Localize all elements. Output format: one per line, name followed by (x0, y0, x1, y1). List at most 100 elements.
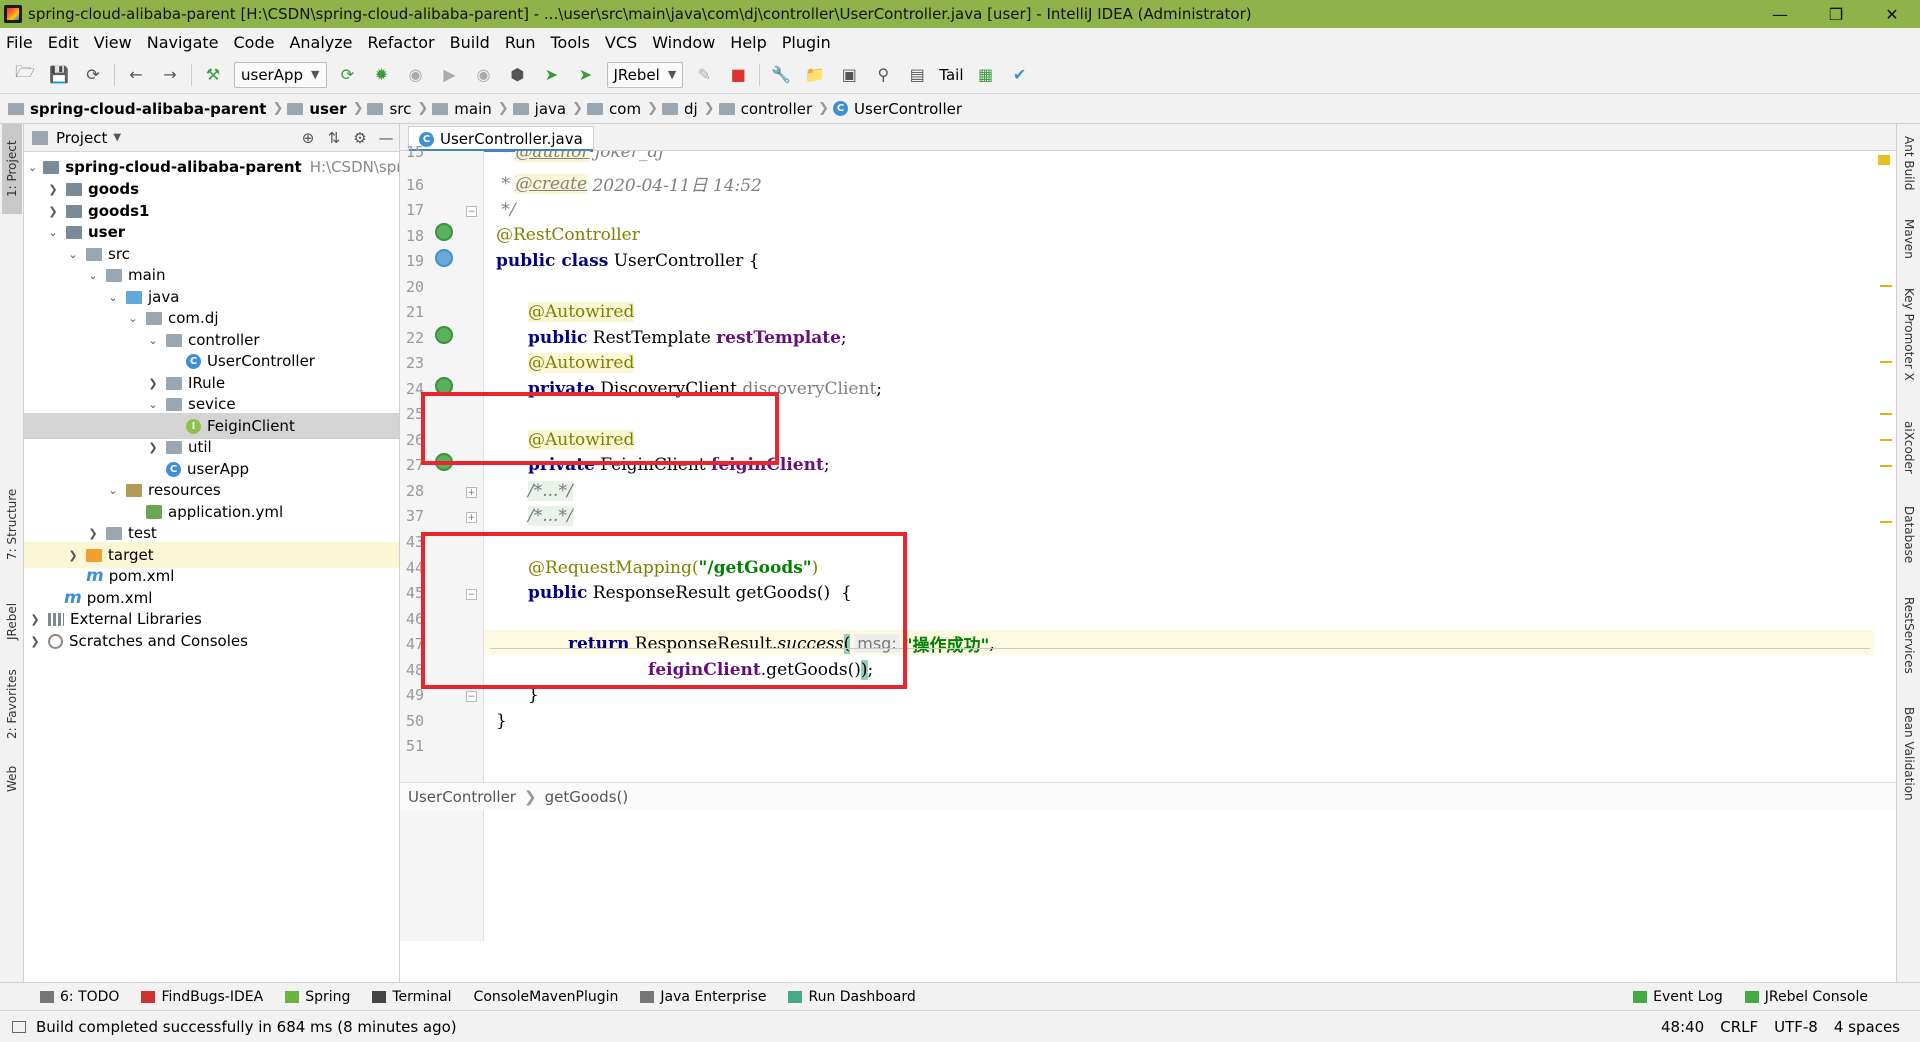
tool-run-dashboard[interactable]: Run Dashboard (788, 989, 916, 1005)
pen-icon[interactable]: ✎ (692, 63, 716, 87)
spring-bean-gutter-icon[interactable] (435, 223, 453, 241)
chevron-right-icon[interactable]: ❯ (46, 205, 60, 218)
chevron-down-icon[interactable]: ▼ (113, 132, 121, 143)
jrebel-run-icon[interactable]: ➤ (540, 63, 564, 87)
chevron-right-icon[interactable]: ❯ (28, 613, 42, 626)
warning-marker[interactable] (1880, 521, 1892, 523)
chevron-right-icon[interactable]: ❯ (28, 635, 42, 648)
tool-findbugs[interactable]: FindBugs-IDEA (141, 989, 263, 1005)
run-config-select[interactable]: userApp ▼ (234, 61, 327, 88)
fold-marker-icon[interactable]: + (466, 512, 477, 523)
chevron-right-icon[interactable]: ❯ (146, 377, 160, 390)
tool-jrebel-console[interactable]: JRebel Console (1744, 989, 1868, 1005)
caret-position[interactable]: 48:40 (1661, 1018, 1704, 1036)
menu-view[interactable]: View (94, 33, 132, 52)
open-folder-icon[interactable]: 🗁 (13, 62, 37, 87)
breadcrumb-item[interactable]: C UserController (833, 100, 962, 118)
project-panel-title[interactable]: Project (56, 129, 107, 147)
file-encoding[interactable]: UTF-8 (1774, 1018, 1818, 1036)
toggle-tool-windows-icon[interactable] (12, 1020, 26, 1033)
tool-spring[interactable]: Spring (285, 989, 350, 1005)
menu-build[interactable]: Build (450, 33, 490, 52)
tool-console-maven[interactable]: ConsoleMavenPlugin (474, 989, 619, 1005)
menu-vcs[interactable]: VCS (605, 33, 637, 52)
chevron-right-icon[interactable]: ❯ (86, 527, 100, 540)
restore-icon[interactable]: ❐ (1808, 0, 1864, 28)
warning-marker[interactable] (1880, 361, 1892, 363)
menu-run[interactable]: Run (505, 33, 536, 52)
tab-key-promoter[interactable]: Key Promoter X (1899, 274, 1919, 394)
menu-tools[interactable]: Tools (551, 33, 590, 52)
menu-edit[interactable]: Edit (48, 33, 79, 52)
chevron-right-icon[interactable]: ❯ (146, 441, 160, 454)
check-circle-icon[interactable]: ✔ (1008, 63, 1032, 87)
chevron-down-icon[interactable]: ⌄ (86, 269, 100, 282)
crumb-class[interactable]: UserController (408, 788, 516, 806)
menu-analyze[interactable]: Analyze (289, 33, 352, 52)
tool-event-log[interactable]: Event Log (1633, 989, 1723, 1005)
terminal-window-icon[interactable]: ▣ (837, 63, 861, 87)
menu-help[interactable]: Help (730, 33, 766, 52)
sync-icon[interactable]: ⟳ (81, 63, 105, 87)
folded-code[interactable]: /*...*/ (528, 503, 573, 528)
forward-icon[interactable]: → (158, 63, 182, 87)
jrebel-debug-icon[interactable]: ➤ (574, 63, 598, 87)
fold-marker-icon[interactable]: − (466, 691, 477, 702)
tab-maven[interactable]: Maven (1899, 214, 1919, 264)
chevron-right-icon[interactable]: ❯ (66, 549, 80, 562)
tab-favorites[interactable]: 2: Favorites (2, 659, 22, 749)
chevron-down-icon[interactable]: ⌄ (66, 248, 80, 261)
statistic-icon[interactable]: ▦ (974, 63, 998, 87)
tab-restservices[interactable]: RestServices (1899, 590, 1919, 680)
spring-class-gutter-icon[interactable] (435, 249, 453, 267)
profile-icon[interactable]: ◉ (472, 63, 496, 87)
tab-structure[interactable]: 7: Structure (2, 479, 22, 569)
stop-icon[interactable]: ■ (726, 63, 750, 87)
chevron-down-icon[interactable]: ⌄ (46, 226, 60, 239)
tab-usercontroller[interactable]: C UserController.java (408, 126, 594, 152)
coverage-icon[interactable]: ◉ (404, 63, 428, 87)
menu-navigate[interactable]: Navigate (147, 33, 219, 52)
tab-aixcoder[interactable]: aiXcoder (1899, 412, 1919, 482)
wrench-icon[interactable]: 🔧 (769, 63, 793, 87)
breadcrumb-item[interactable]: src ❯ (367, 100, 428, 118)
tab-bean-validation[interactable]: Bean Validation (1899, 704, 1919, 804)
breadcrumb-item[interactable]: controller ❯ (718, 100, 829, 118)
tool-terminal[interactable]: Terminal (372, 989, 452, 1005)
warning-marker[interactable] (1880, 465, 1892, 467)
back-icon[interactable]: ← (124, 63, 148, 87)
search-icon[interactable]: ⚲ (871, 63, 895, 87)
breadcrumb-item[interactable]: user ❯ (287, 100, 363, 118)
warning-marker[interactable] (1880, 439, 1892, 441)
indent-setting[interactable]: 4 spaces (1834, 1018, 1900, 1036)
gear-icon[interactable]: ⚙ (347, 129, 373, 147)
tab-project[interactable]: 1: Project (2, 124, 22, 214)
tab-web[interactable]: Web (2, 754, 22, 804)
tail-button[interactable]: Tail (939, 63, 963, 87)
project-structure-icon[interactable]: 📁 (803, 63, 827, 87)
debug-bug-icon[interactable]: ✹ (370, 63, 394, 87)
crumb-method[interactable]: getGoods() (545, 788, 629, 806)
tool-todo[interactable]: 6: TODO (40, 989, 119, 1005)
save-icon[interactable]: 💾 (47, 63, 71, 87)
menu-file[interactable]: File (6, 33, 33, 52)
menu-window[interactable]: Window (652, 33, 715, 52)
jrebel-select[interactable]: JRebel ▼ (606, 61, 684, 88)
hide-icon[interactable]: — (373, 129, 399, 147)
tree-item[interactable]: ❯ Scratches and Consoles (24, 628, 399, 654)
chevron-down-icon[interactable]: ⌄ (146, 334, 160, 347)
chevron-right-icon[interactable]: ❯ (46, 183, 60, 196)
run-icon[interactable]: ▶ (438, 63, 462, 87)
rerun-icon[interactable]: ⟳ (336, 63, 360, 87)
chevron-down-icon[interactable]: ⌄ (106, 291, 120, 304)
tool-java-enterprise[interactable]: Java Enterprise (640, 989, 766, 1005)
tasks-icon[interactable]: ▤ (905, 63, 929, 87)
breadcrumb-item[interactable]: main ❯ (432, 100, 509, 118)
line-separator[interactable]: CRLF (1720, 1018, 1758, 1036)
menu-code[interactable]: Code (234, 33, 275, 52)
chevron-down-icon[interactable]: ⌄ (28, 161, 37, 174)
collapse-all-icon[interactable]: ⇅ (321, 129, 347, 147)
warning-marker[interactable] (1880, 413, 1892, 415)
breadcrumb-item[interactable]: spring-cloud-alibaba-parent ❯ (8, 100, 283, 118)
tab-ant-build[interactable]: Ant Build (1899, 128, 1919, 198)
